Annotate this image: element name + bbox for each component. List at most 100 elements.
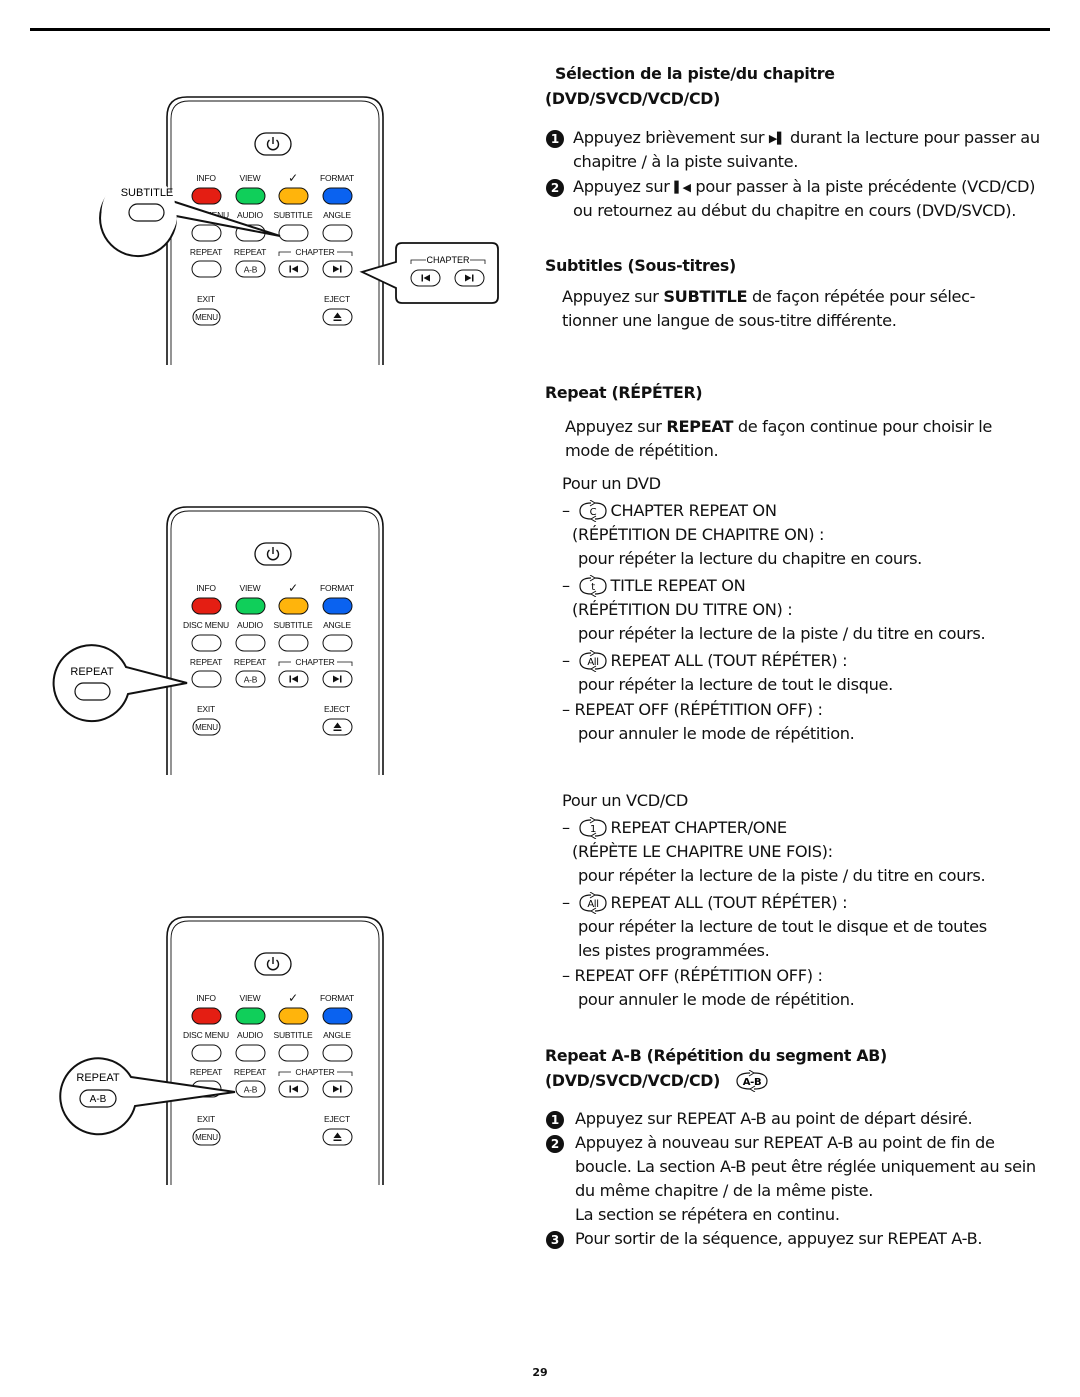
label-info: INFO	[196, 993, 216, 1003]
callout-repeat-ab-label: REPEAT	[76, 1072, 119, 1084]
info-button[interactable]	[191, 1007, 222, 1025]
chapter-next-button[interactable]	[322, 260, 353, 278]
angle-button[interactable]	[322, 634, 353, 652]
chapter-prev-button[interactable]	[278, 670, 309, 688]
disc-menu-button[interactable]	[191, 634, 222, 652]
remote-repeat: INFO VIEW ✓ FORMAT DISC MENU AUDIO SUBTI…	[165, 505, 385, 779]
step-number-2: 2	[546, 179, 564, 197]
chapter-next-button[interactable]	[322, 1080, 353, 1098]
menu-button[interactable]: MENU	[192, 718, 221, 736]
skip-previous-icon: ▌◀	[674, 181, 691, 194]
audio-button[interactable]	[235, 634, 266, 652]
subtitle-button[interactable]	[278, 224, 309, 242]
chapter-prev-button[interactable]	[278, 1080, 309, 1098]
menu-button[interactable]: MENU	[192, 308, 221, 326]
view-button[interactable]	[235, 187, 266, 205]
disc-menu-button[interactable]	[191, 224, 222, 242]
remote-illustration: INFO VIEW ✓ FORMAT DISC MENU AUDIO SUBTI…	[166, 916, 384, 1185]
label-format: FORMAT	[320, 583, 354, 593]
chapter-step-1-line1: Appuyez brièvement sur ▶▌ durant la lect…	[573, 126, 1040, 151]
format-button[interactable]	[322, 187, 353, 205]
label-repeat-ab: REPEAT	[234, 657, 266, 667]
label-exit: EXIT	[197, 1114, 215, 1124]
label-exit: EXIT	[197, 294, 215, 304]
ab-step-1-line-0: Appuyez sur REPEAT A-B au point de dépar…	[575, 1109, 973, 1128]
ab-step-number-2: 2	[546, 1135, 564, 1153]
label-disc-menu: DISC MENU	[183, 1030, 229, 1040]
view-button[interactable]	[235, 597, 266, 615]
ab-step-3-line-0: Pour sortir de la séquence, appuyez sur …	[575, 1229, 983, 1248]
repeat-ab-button[interactable]: A-B	[235, 670, 266, 688]
label-format: FORMAT	[320, 993, 354, 1003]
check-button[interactable]	[278, 597, 309, 615]
subtitle-button[interactable]	[278, 634, 309, 652]
section-title-chapter-select-2: (DVD/SVCD/VCD/CD)	[545, 89, 721, 108]
label-subtitle: SUBTITLE	[273, 210, 313, 220]
check-button[interactable]	[278, 187, 309, 205]
chapter-step-1-line2: chapitre / à la piste suivante.	[573, 152, 799, 171]
vcd-item-2-label: – REPEAT OFF (RÉPÉTITION OFF) :	[562, 966, 823, 985]
label-view: VIEW	[240, 993, 261, 1003]
label-subtitle: SUBTITLE	[273, 620, 313, 630]
audio-button[interactable]	[235, 1044, 266, 1062]
label-format: FORMAT	[320, 173, 354, 183]
label-repeat-ab: REPEAT	[234, 247, 266, 257]
label-repeat: REPEAT	[190, 247, 222, 257]
power-button[interactable]	[254, 542, 292, 566]
skip-next-icon	[465, 274, 472, 282]
label-audio: AUDIO	[237, 620, 264, 630]
callout-repeat-label: REPEAT	[70, 666, 113, 678]
format-button[interactable]	[322, 1007, 353, 1025]
repeat-line1: Appuyez sur REPEAT de façon continue pou…	[565, 417, 993, 436]
callout-repeat-button	[74, 682, 111, 701]
repeat-ab-button[interactable]: A-B	[235, 260, 266, 278]
eject-button[interactable]	[322, 1128, 353, 1146]
section-title-subtitles: Subtitles (Sous-titres)	[545, 256, 736, 275]
svg-text:t: t	[591, 582, 595, 593]
chapter-next-button[interactable]	[322, 670, 353, 688]
check-button[interactable]	[278, 1007, 309, 1025]
eject-button[interactable]	[322, 308, 353, 326]
label-angle: ANGLE	[323, 1030, 351, 1040]
repeat-line2: mode de répétition.	[565, 441, 719, 460]
callout-chapter-label: CHAPTER	[426, 255, 470, 265]
subtitle-button[interactable]	[278, 1044, 309, 1062]
repeat-button[interactable]	[191, 670, 222, 688]
subtitles-line1: Appuyez sur SUBTITLE de façon répétée po…	[562, 287, 976, 306]
angle-button[interactable]	[322, 224, 353, 242]
label-exit: EXIT	[197, 704, 215, 714]
svg-text:1: 1	[590, 824, 596, 835]
eject-button[interactable]	[322, 718, 353, 736]
remote-repeat-ab: INFO VIEW ✓ FORMAT DISC MENU AUDIO SUBTI…	[165, 915, 385, 1189]
repeat-button[interactable]	[191, 260, 222, 278]
skip-next-icon: ▶▌	[768, 132, 786, 145]
skip-previous-icon	[423, 274, 430, 282]
label-audio: AUDIO	[237, 210, 264, 220]
format-button[interactable]	[322, 597, 353, 615]
remote-illustration: INFO VIEW ✓ FORMAT DISC MENU AUDIO SUBTI…	[166, 506, 384, 775]
dvd-item-1-desc-0: pour répéter la lecture de la piste / du…	[578, 624, 986, 643]
power-button[interactable]	[254, 132, 292, 156]
audio-button[interactable]	[235, 224, 266, 242]
vcd-item-1-desc-0: pour répéter la lecture de tout le disqu…	[578, 917, 987, 936]
power-button[interactable]	[254, 952, 292, 976]
ab-step-2-line-2: du même chapitre / de la même piste.	[575, 1181, 874, 1200]
chapter-prev-button[interactable]	[278, 260, 309, 278]
view-button[interactable]	[235, 1007, 266, 1025]
label-repeat-ab: REPEAT	[234, 1067, 266, 1077]
label-check: ✓	[288, 171, 298, 185]
dvd-item-0-label2: (RÉPÉTITION DE CHAPITRE ON) :	[572, 525, 825, 544]
repeat-button[interactable]	[191, 1080, 222, 1098]
label-audio: AUDIO	[237, 1030, 264, 1040]
menu-button[interactable]: MENU	[192, 1128, 221, 1146]
info-button[interactable]	[191, 187, 222, 205]
section-title-chapter-select-1: Sélection de la piste/du chapitre	[555, 64, 835, 83]
angle-button[interactable]	[322, 1044, 353, 1062]
info-button[interactable]	[191, 597, 222, 615]
disc-menu-button[interactable]	[191, 1044, 222, 1062]
ab-step-2-line-1: boucle. La section A-B peut être réglée …	[575, 1157, 1036, 1176]
remote-subtitle: INFO VIEW ✓ FORMAT DISC MENU AUDIO SUBTI…	[165, 95, 385, 369]
svg-text:A-B: A-B	[743, 1077, 762, 1088]
svg-text:A-B: A-B	[90, 1094, 107, 1105]
repeat-ab-button[interactable]: A-B	[235, 1080, 266, 1098]
